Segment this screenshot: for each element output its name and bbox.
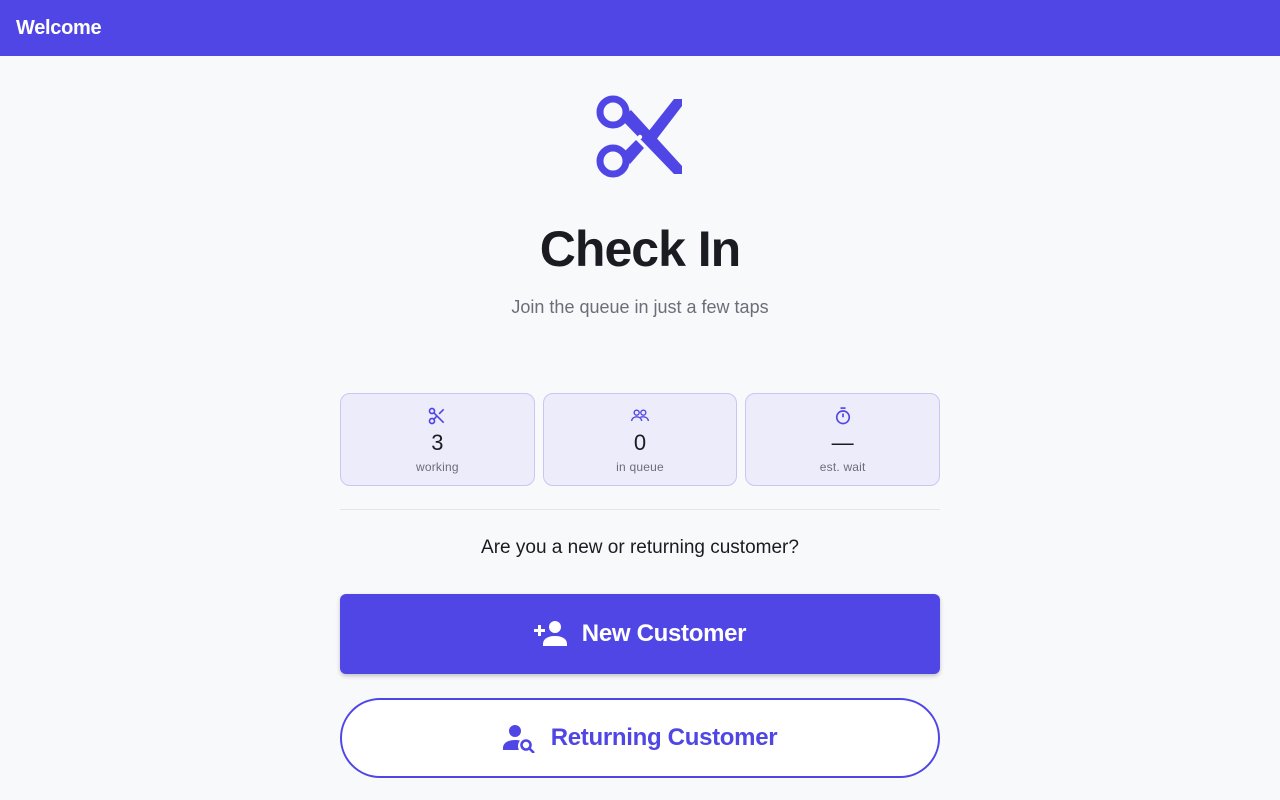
stat-value: 3 [431, 430, 444, 455]
person-add-icon [533, 621, 567, 646]
timer-icon [835, 407, 850, 425]
new-customer-label: New Customer [581, 620, 747, 647]
stat-label: in queue [616, 460, 664, 474]
app-title: Welcome [16, 16, 102, 39]
app-bar: Welcome [0, 0, 1280, 56]
customer-type-question: Are you a new or returning customer? [481, 537, 799, 558]
page-subtitle: Join the queue in just a few taps [511, 297, 769, 317]
scissors-icon [596, 95, 682, 178]
stat-card-est-wait: — est. wait [745, 393, 941, 486]
stat-card-in-queue: 0 in queue [542, 393, 738, 486]
queue-stats: 3 working 0 in queue — est. wait [340, 393, 941, 486]
person-search-icon [502, 725, 535, 753]
scissors-icon [428, 407, 445, 425]
stat-label: working [415, 460, 459, 474]
people-icon [631, 409, 649, 422]
returning-customer-label: Returning Customer [550, 724, 778, 751]
stat-value: — [831, 430, 854, 455]
stat-value: 0 [633, 430, 647, 455]
page-title: Check In [539, 221, 741, 277]
new-customer-button[interactable]: New Customer [340, 594, 940, 674]
divider [340, 509, 940, 510]
returning-customer-button[interactable]: Returning Customer [340, 698, 940, 778]
stat-card-working: 3 working [340, 393, 535, 486]
stat-label: est. wait [819, 460, 866, 474]
